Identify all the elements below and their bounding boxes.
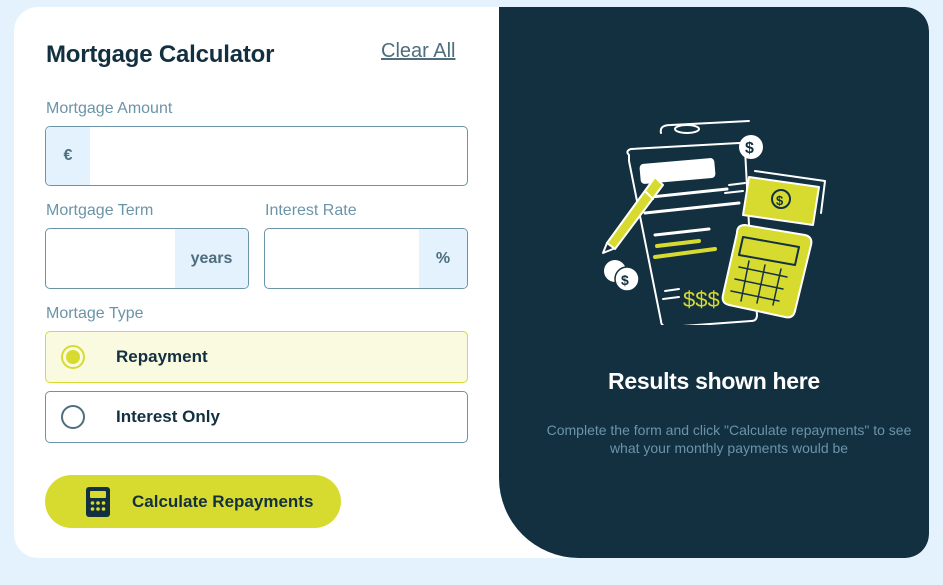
results-description: Complete the form and click "Calculate r…: [546, 422, 912, 456]
interest-rate-input[interactable]: [265, 229, 419, 288]
radio-option-interest-only[interactable]: Interest Only: [45, 391, 468, 443]
radio-option-repayment[interactable]: Repayment: [45, 331, 468, 383]
mortgage-amount-field: €: [45, 126, 468, 186]
interest-rate-field: %: [264, 228, 468, 289]
mortgage-term-input[interactable]: [46, 229, 175, 288]
empty-results-illustration: $ $ $ $$$: [599, 115, 839, 330]
mortgage-calculator-card: Mortgage Calculator Clear All Mortgage A…: [14, 7, 929, 558]
calculator-icon: [85, 486, 111, 518]
clear-all-link[interactable]: Clear All: [381, 40, 455, 63]
results-title: Results shown here: [608, 368, 820, 394]
svg-text:$$$: $$$: [683, 287, 720, 312]
currency-prefix: €: [46, 127, 90, 185]
radio-label-interest-only: Interest Only: [116, 407, 220, 426]
mortgage-term-label: Mortgage Term: [46, 202, 154, 219]
page-title: Mortgage Calculator: [46, 41, 275, 68]
radio-selected-dot: [66, 350, 80, 364]
mortgage-amount-label: Mortgage Amount: [46, 100, 173, 117]
svg-text:$: $: [776, 193, 784, 208]
mortgage-type-label: Mortage Type: [46, 305, 144, 322]
calculate-repayments-button[interactable]: Calculate Repayments: [45, 475, 341, 528]
radio-button-interest-only[interactable]: [61, 405, 85, 429]
radio-label-repayment: Repayment: [116, 347, 208, 366]
mortgage-term-field: years: [45, 228, 249, 289]
svg-text:$: $: [745, 140, 754, 157]
percent-suffix: %: [419, 229, 467, 288]
years-suffix: years: [175, 229, 248, 288]
radio-button-repayment[interactable]: [61, 345, 85, 369]
svg-text:$: $: [621, 272, 629, 288]
form-pane: Mortgage Calculator Clear All Mortgage A…: [14, 7, 499, 558]
calculate-repayments-label: Calculate Repayments: [132, 491, 314, 511]
results-pane: $ $ $ $$$ Results shown here Complete th…: [499, 7, 929, 558]
mortgage-amount-input[interactable]: [90, 127, 467, 185]
interest-rate-label: Interest Rate: [265, 202, 357, 219]
